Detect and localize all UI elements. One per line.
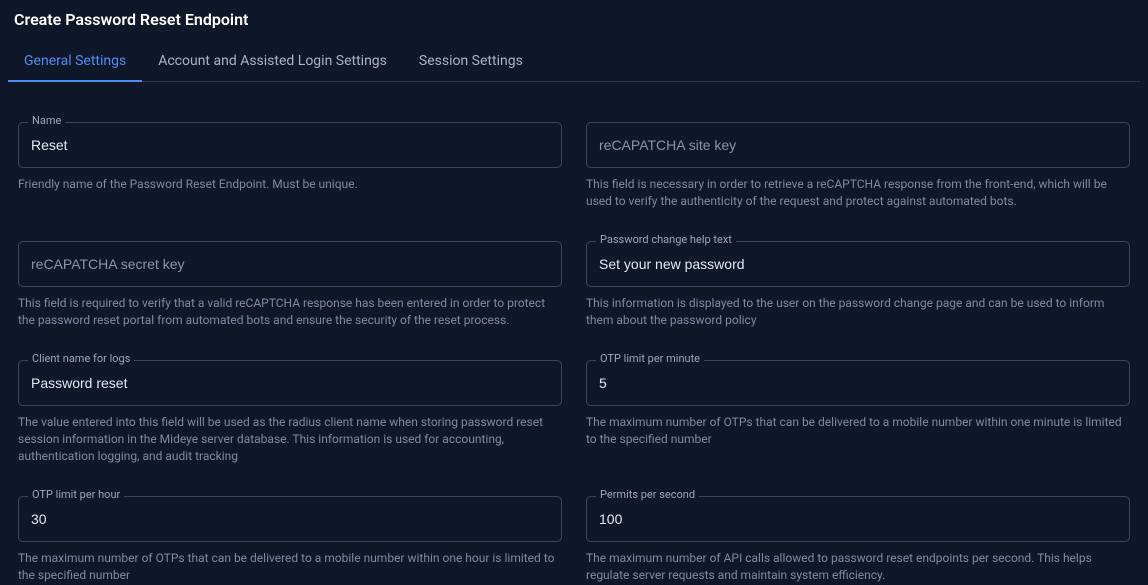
field-recaptcha-secret-key: This field is required to verify that a … [18,233,562,330]
field-permits-per-second: Permits per second The maximum number of… [586,488,1130,585]
label-otp-limit-per-minute: OTP limit per minute [596,353,704,364]
password-change-help-text-input[interactable] [586,241,1130,287]
label-otp-limit-per-hour: OTP limit per hour [28,489,124,500]
recaptcha-site-key-input[interactable] [586,122,1130,168]
field-otp-limit-per-hour: OTP limit per hour The maximum number of… [18,488,562,585]
label-password-change-help-text: Password change help text [596,234,736,245]
label-client-name-for-logs: Client name for logs [28,353,134,364]
help-password-change-help-text: This information is displayed to the use… [586,295,1130,330]
page-title: Create Password Reset Endpoint [8,10,1140,29]
help-recaptcha-secret-key: This field is required to verify that a … [18,295,562,330]
field-otp-limit-per-minute: OTP limit per minute The maximum number … [586,352,1130,466]
label-permits-per-second: Permits per second [596,489,699,500]
help-otp-limit-per-hour: The maximum number of OTPs that can be d… [18,550,562,585]
field-password-change-help-text: Password change help text This informati… [586,233,1130,330]
tab-account-assisted-login[interactable]: Account and Assisted Login Settings [142,43,403,81]
client-name-for-logs-input[interactable] [18,360,562,406]
otp-limit-per-minute-input[interactable] [586,360,1130,406]
recaptcha-secret-key-input[interactable] [18,241,562,287]
permits-per-second-input[interactable] [586,496,1130,542]
form-grid: Name Friendly name of the Password Reset… [8,114,1140,585]
tab-session-settings[interactable]: Session Settings [403,43,539,81]
field-recaptcha-site-key: This field is necessary in order to retr… [586,114,1130,211]
otp-limit-per-hour-input[interactable] [18,496,562,542]
label-name: Name [28,115,65,126]
help-name: Friendly name of the Password Reset Endp… [18,176,562,193]
tab-general-settings[interactable]: General Settings [8,43,142,81]
name-input[interactable] [18,122,562,168]
help-otp-limit-per-minute: The maximum number of OTPs that can be d… [586,414,1130,449]
help-permits-per-second: The maximum number of API calls allowed … [586,550,1130,585]
tab-bar: General Settings Account and Assisted Lo… [8,43,1140,82]
help-recaptcha-site-key: This field is necessary in order to retr… [586,176,1130,211]
field-name: Name Friendly name of the Password Reset… [18,114,562,211]
help-client-name-for-logs: The value entered into this field will b… [18,414,562,466]
field-client-name-for-logs: Client name for logs The value entered i… [18,352,562,466]
